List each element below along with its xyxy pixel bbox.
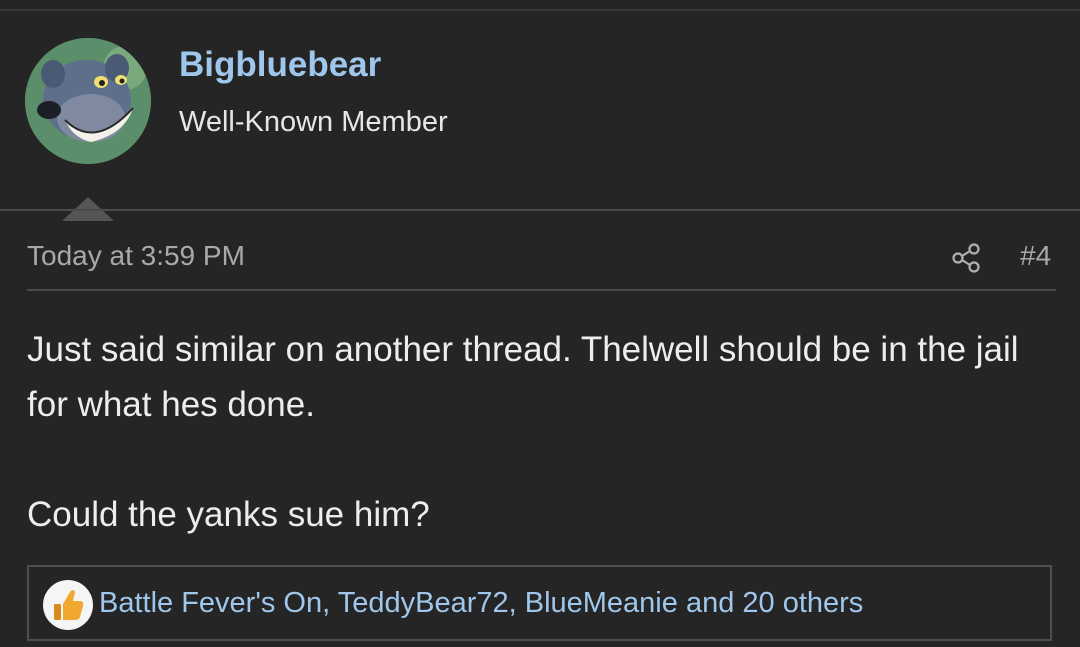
meta-divider [27, 289, 1056, 291]
reactions-bar: Battle Fever's On, TeddyBear72, BlueMean… [27, 565, 1052, 641]
thumbs-up-icon [43, 580, 93, 630]
share-icon[interactable] [950, 241, 984, 275]
user-avatar[interactable] [25, 38, 151, 164]
reaction-users-link[interactable]: Battle Fever's On, TeddyBear72, BlueMean… [99, 587, 863, 620]
section-divider [0, 209, 1080, 211]
user-title: Well-Known Member [179, 106, 448, 138]
baloo-bear-avatar-icon [25, 38, 151, 164]
username-link[interactable]: Bigbluebear [179, 45, 381, 85]
post-body: Just said similar on another thread. The… [27, 322, 1047, 542]
post-number-link[interactable]: #4 [1020, 240, 1051, 272]
post-date-link[interactable]: Today at 3:59 PM [27, 240, 245, 272]
post-meta-bar: Today at 3:59 PM #4 [27, 240, 1056, 280]
post-paragraph: Could the yanks sue him? [27, 495, 430, 534]
forum-post-page: Bigbluebear Well-Known Member Today at 3… [0, 0, 1080, 647]
post-paragraph: Just said similar on another thread. The… [27, 330, 1019, 424]
post-user-block: Bigbluebear Well-Known Member [0, 11, 1080, 221]
